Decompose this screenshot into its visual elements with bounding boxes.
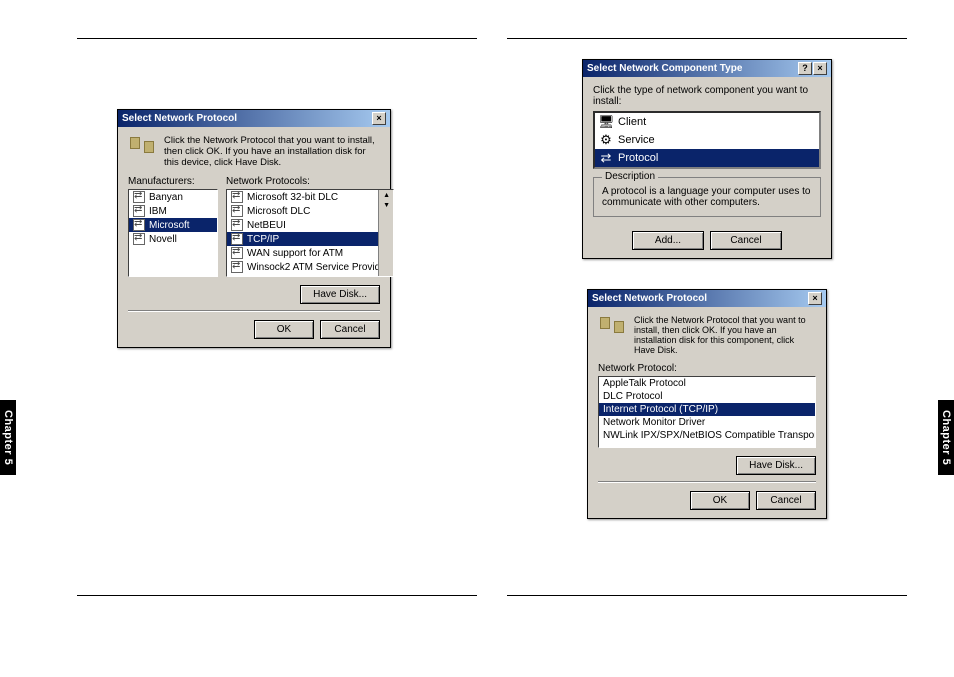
list-item-label: Internet Protocol (TCP/IP) [603,404,718,415]
titlebar: Select Network Protocol × [118,110,390,127]
component-type-item[interactable]: ⚙ Service [595,131,819,149]
list-item-label: NWLink IPX/SPX/NetBIOS Compatible Transp… [603,430,816,441]
titlebar: Select Network Component Type ? × [583,60,831,77]
component-type-item[interactable]: ⇄ Protocol [595,149,819,167]
list-item[interactable]: Microsoft 32-bit DLC [227,190,393,204]
cancel-button[interactable]: Cancel [756,491,816,510]
list-item-label: Microsoft [149,220,190,231]
divider-top-left [77,38,477,39]
protocol-icon [231,261,243,273]
list-item[interactable]: Microsoft [129,218,217,232]
divider-bottom-right [507,595,907,596]
list-item-label: TCP/IP [247,234,279,245]
titlebar: Select Network Protocol × [588,290,826,307]
protocols-listbox[interactable]: Microsoft 32-bit DLC Microsoft DLC NetBEUI… [226,189,394,277]
component-label: Protocol [618,152,658,164]
protocol-icon [133,233,145,245]
description-label: Description [602,171,658,182]
component-icon: ⇄ [598,150,614,166]
ok-button[interactable]: OK [254,320,314,339]
have-disk-button[interactable]: Have Disk... [300,285,380,304]
select-protocol-dialog-win9x: Select Network Protocol × Click the Netw… [117,109,391,348]
chapter-tab-right: Chapter 5 [938,400,954,475]
component-icon: ⚙ [598,132,614,148]
component-label: Client [618,116,646,128]
divider-top-right [507,38,907,39]
list-item[interactable]: Network Monitor Driver [599,416,815,429]
list-item[interactable]: IBM [129,204,217,218]
dialog-instruction: Click the type of network component you … [593,85,821,107]
manufacturers-listbox[interactable]: Banyan IBM Microsoft Novell [128,189,218,277]
chapter-tab-left: Chapter 5 [0,400,16,475]
component-icon: 🖥 [598,114,614,130]
list-item[interactable]: DLC Protocol [599,390,815,403]
list-item-label: Microsoft DLC [247,206,310,217]
page-right: Select Network Component Type ? × Click … [507,30,907,640]
protocol-icon [231,233,243,245]
help-button[interactable]: ? [798,62,812,75]
cancel-button[interactable]: Cancel [320,320,380,339]
list-item[interactable]: Winsock2 ATM Service Provider [227,260,393,274]
list-item[interactable]: Banyan [129,190,217,204]
close-button[interactable]: × [813,62,827,75]
have-disk-button[interactable]: Have Disk... [736,456,816,475]
dialog-title: Select Network Component Type [587,63,742,74]
page-left: Select Network Protocol × Click the Netw… [77,30,477,640]
list-item[interactable]: TCP/IP [227,232,393,246]
network-icon [128,135,156,155]
close-button[interactable]: × [372,112,386,125]
close-button[interactable]: × [808,292,822,305]
protocol-icon [231,219,243,231]
dialog-title: Select Network Protocol [122,113,237,124]
protocol-icon [133,219,145,231]
component-type-item[interactable]: 🖥 Client [595,113,819,131]
list-item-label: WAN support for ATM [247,248,343,259]
list-item[interactable]: NetBEUI [227,218,393,232]
select-component-type-dialog: Select Network Component Type ? × Click … [582,59,832,259]
list-item-label: NetBEUI [247,220,286,231]
add-button[interactable]: Add... [632,231,704,250]
list-item-label: Novell [149,234,177,245]
list-item[interactable]: WAN support for ATM [227,246,393,260]
protocol-icon [231,191,243,203]
protocol-icon [133,191,145,203]
component-label: Service [618,134,655,146]
network-icon [598,315,626,335]
description-group: Description A protocol is a language you… [593,177,821,217]
protocols-listbox[interactable]: AppleTalk Protocol DLC Protocol Internet P… [598,376,816,448]
dialog-instruction: Click the Network Protocol that you want… [164,135,380,168]
list-item-label: Network Monitor Driver [603,417,705,428]
manufacturers-label: Manufacturers: [128,176,218,187]
list-item-label: IBM [149,206,167,217]
list-item[interactable]: NWLink IPX/SPX/NetBIOS Compatible Transp… [599,429,815,442]
list-item-label: Banyan [149,192,183,203]
description-text: A protocol is a language your computer u… [602,186,812,208]
protocol-icon [231,247,243,259]
page-body-left [77,59,477,99]
list-item[interactable]: AppleTalk Protocol [599,377,815,390]
dialog-title: Select Network Protocol [592,293,707,304]
list-item-label: AppleTalk Protocol [603,378,686,389]
list-item[interactable]: Internet Protocol (TCP/IP) [599,403,815,416]
list-item-label: Microsoft 32-bit DLC [247,192,338,203]
protocol-icon [133,205,145,217]
cancel-button[interactable]: Cancel [710,231,782,250]
select-protocol-dialog-win2k: Select Network Protocol × Click the Netw… [587,289,827,519]
list-item-label: DLC Protocol [603,391,662,402]
protocol-icon [231,205,243,217]
dialog-instruction: Click the Network Protocol that you want… [634,315,816,355]
ok-button[interactable]: OK [690,491,750,510]
list-item-label: Winsock2 ATM Service Provider [247,262,389,273]
list-item[interactable]: Microsoft DLC [227,204,393,218]
protocols-label: Network Protocol: [598,363,816,374]
component-type-listbox[interactable]: 🖥 Client ⚙ Service ⇄ Protocol [593,111,821,169]
list-item[interactable]: Novell [129,232,217,246]
divider-bottom-left [77,595,477,596]
protocols-label: Network Protocols: [226,176,394,187]
